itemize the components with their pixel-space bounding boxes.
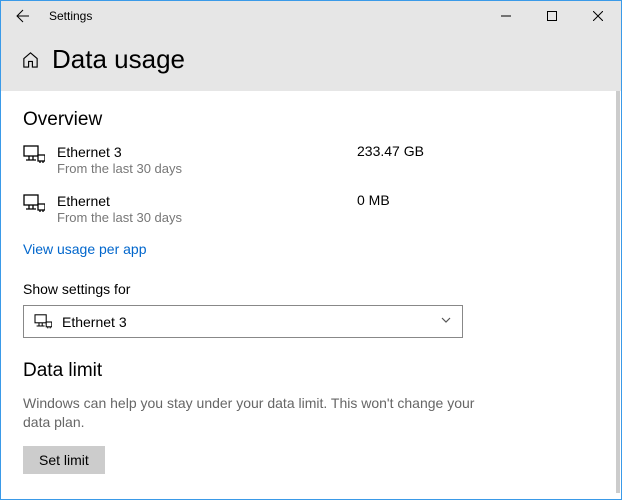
home-icon[interactable] <box>21 50 40 69</box>
content: Overview Ethernet 3 From the last 30 day… <box>1 91 621 474</box>
arrow-left-icon <box>15 8 31 24</box>
data-limit-heading: Data limit <box>23 360 599 382</box>
chevron-down-icon <box>440 313 452 331</box>
scrollbar[interactable] <box>616 91 620 493</box>
overview-list: Ethernet 3 From the last 30 days 233.47 … <box>23 143 599 227</box>
ethernet-icon <box>23 143 57 170</box>
view-usage-per-app-link[interactable]: View usage per app <box>23 241 147 257</box>
show-settings-for-label: Show settings for <box>23 281 599 297</box>
maximize-button[interactable] <box>529 1 575 31</box>
set-limit-button[interactable]: Set limit <box>23 446 105 474</box>
connection-row: Ethernet 3 From the last 30 days 233.47 … <box>23 143 599 178</box>
minimize-icon <box>501 11 511 21</box>
connection-name: Ethernet <box>57 192 357 210</box>
minimize-button[interactable] <box>483 1 529 31</box>
ethernet-icon <box>23 192 57 219</box>
show-settings-for-select[interactable]: Ethernet 3 <box>23 305 463 338</box>
back-button[interactable] <box>1 1 45 31</box>
close-icon <box>593 11 603 21</box>
titlebar: Settings <box>1 1 621 32</box>
connection-subtitle: From the last 30 days <box>57 210 357 227</box>
connection-usage: 233.47 GB <box>357 143 424 159</box>
select-value: Ethernet 3 <box>62 314 440 330</box>
window-title: Settings <box>49 9 92 23</box>
page-header: Data usage <box>1 32 621 91</box>
connection-name: Ethernet 3 <box>57 143 357 161</box>
connection-text: Ethernet From the last 30 days <box>57 192 357 227</box>
data-limit-description: Windows can help you stay under your dat… <box>23 394 483 432</box>
ethernet-icon <box>34 314 52 330</box>
connection-subtitle: From the last 30 days <box>57 161 357 178</box>
overview-heading: Overview <box>23 109 599 131</box>
close-button[interactable] <box>575 1 621 31</box>
connection-usage: 0 MB <box>357 192 390 208</box>
connection-text: Ethernet 3 From the last 30 days <box>57 143 357 178</box>
maximize-icon <box>547 11 557 21</box>
page-title: Data usage <box>52 44 185 75</box>
connection-row: Ethernet From the last 30 days 0 MB <box>23 192 599 227</box>
